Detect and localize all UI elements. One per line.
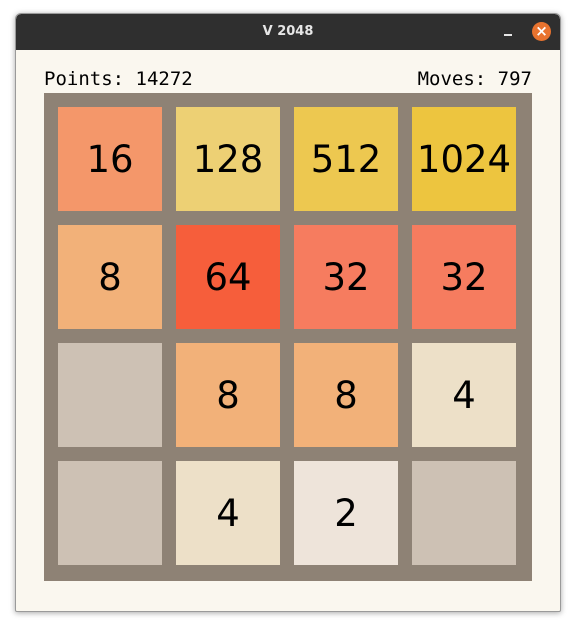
minimize-button[interactable] (498, 22, 518, 42)
tile: 1024 (412, 107, 516, 211)
moves-display: Moves: 797 (417, 68, 532, 90)
game-board[interactable]: 16 128 512 1024 8 64 32 32 8 8 4 4 2 (44, 93, 532, 581)
tile: 64 (176, 225, 280, 329)
empty-cell (58, 343, 162, 447)
points-display: Points: 14272 (44, 68, 193, 90)
tile: 2 (294, 461, 398, 565)
close-button[interactable]: × (532, 22, 551, 41)
window-title: V 2048 (262, 24, 314, 39)
tile: 4 (412, 343, 516, 447)
tile: 32 (412, 225, 516, 329)
tile: 32 (294, 225, 398, 329)
game-window: V 2048 × Points: 14272 Moves: 797 16 128 5… (15, 13, 561, 612)
tile: 8 (294, 343, 398, 447)
tile: 512 (294, 107, 398, 211)
tile: 8 (58, 225, 162, 329)
tile: 128 (176, 107, 280, 211)
minimize-icon (504, 34, 512, 36)
tile: 16 (58, 107, 162, 211)
title-bar[interactable]: V 2048 × (16, 14, 560, 50)
tile: 4 (176, 461, 280, 565)
tile: 8 (176, 343, 280, 447)
close-icon: × (535, 22, 548, 40)
empty-cell (58, 461, 162, 565)
empty-cell (412, 461, 516, 565)
